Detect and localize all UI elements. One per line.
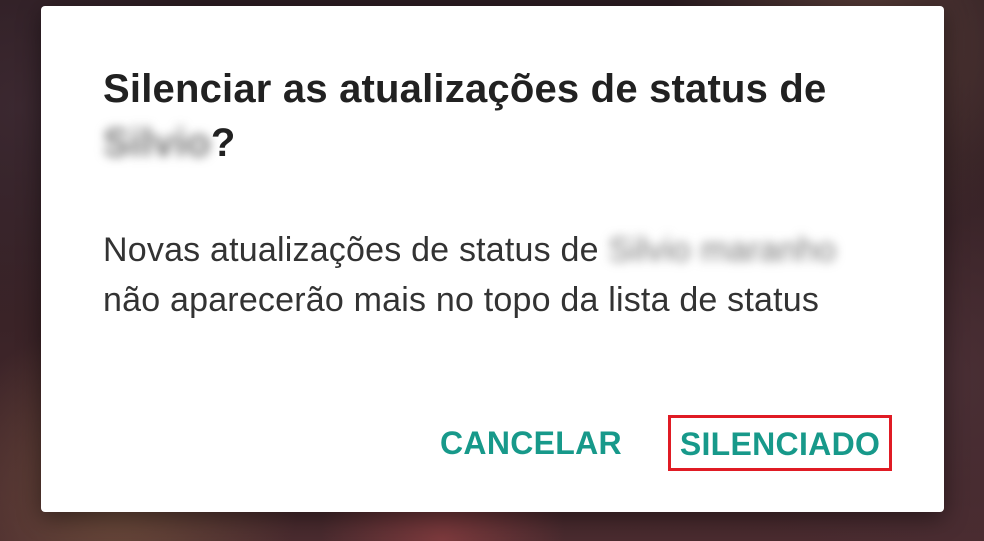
dialog-title: Silenciar as atualizações de status de S…	[103, 62, 903, 170]
cancel-button[interactable]: CANCELAR	[431, 415, 631, 471]
mute-status-dialog: Silenciar as atualizações de status de S…	[41, 6, 944, 512]
dialog-title-text: Silenciar as atualizações de status de	[103, 67, 827, 111]
dialog-message: Novas atualizações de status de Silvio m…	[103, 225, 903, 325]
mute-confirm-button[interactable]: SILENCIADO	[668, 415, 892, 471]
blurred-contact-name: Silvio	[103, 121, 211, 165]
dialog-message-text-start: Novas atualizações de status de	[103, 231, 599, 269]
blurred-contact-fullname: Silvio maranho	[608, 231, 837, 269]
dialog-title-question-mark: ?	[210, 121, 236, 165]
dialog-message-text-end: não aparecerão mais no topo da lista de …	[103, 281, 820, 319]
